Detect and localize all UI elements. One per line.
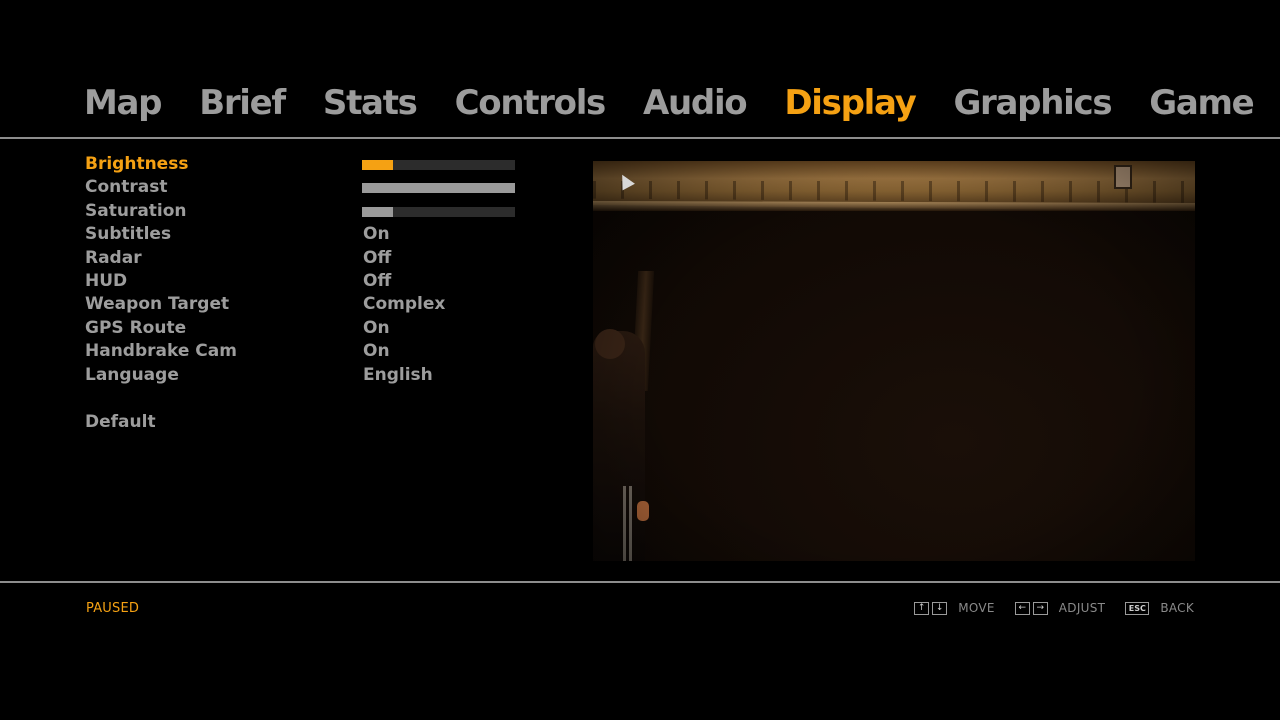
arrow-up-key-icon: ↑: [914, 601, 930, 615]
setting-label: Contrast: [85, 177, 168, 198]
preview-vignette: [593, 161, 1195, 561]
setting-contrast[interactable]: Contrast: [85, 176, 525, 199]
bottom-divider: [0, 581, 1280, 583]
tab-graphics[interactable]: Graphics: [953, 80, 1112, 126]
tab-game[interactable]: Game: [1149, 80, 1254, 126]
setting-radar[interactable]: Radar Off: [85, 247, 525, 270]
tab-display[interactable]: Display: [784, 80, 916, 126]
tab-controls[interactable]: Controls: [455, 80, 607, 126]
arrow-right-key-icon: →: [1032, 601, 1048, 615]
hint-move: ↑ ↓ MOVE: [914, 601, 995, 615]
setting-label: Brightness: [85, 154, 189, 174]
contrast-slider[interactable]: [362, 183, 515, 194]
tab-stats[interactable]: Stats: [323, 80, 418, 126]
hint-adjust: ← → ADJUST: [1014, 601, 1106, 615]
saturation-slider[interactable]: [362, 206, 515, 217]
setting-value[interactable]: On: [363, 223, 390, 246]
display-preview-image: [593, 161, 1195, 561]
saturation-slider-fill: [362, 206, 393, 217]
menu-tabs: Map Brief Stats Controls Audio Display G…: [84, 80, 1255, 126]
setting-subtitles[interactable]: Subtitles On: [85, 223, 525, 246]
setting-value[interactable]: Off: [363, 270, 391, 293]
top-divider: [0, 137, 1280, 139]
setting-handbrake-cam[interactable]: Handbrake Cam On: [85, 340, 525, 363]
setting-gps-route[interactable]: GPS Route On: [85, 317, 525, 340]
paused-status: PAUSED: [86, 601, 140, 616]
setting-label: Weapon Target: [85, 294, 230, 315]
setting-brightness[interactable]: Brightness: [85, 153, 525, 176]
setting-value[interactable]: English: [363, 364, 433, 387]
esc-key-icon: ESC: [1125, 601, 1150, 615]
setting-value[interactable]: Complex: [363, 293, 445, 316]
setting-label: Handbrake Cam: [85, 341, 237, 362]
setting-saturation[interactable]: Saturation: [85, 200, 525, 223]
setting-value[interactable]: On: [363, 340, 390, 363]
arrow-down-key-icon: ↓: [932, 601, 948, 615]
setting-language[interactable]: Language English: [85, 364, 525, 387]
contrast-slider-fill: [362, 183, 515, 194]
setting-hud[interactable]: HUD Off: [85, 270, 525, 293]
hint-back[interactable]: ESC BACK: [1125, 601, 1194, 615]
hint-label: BACK: [1160, 601, 1194, 615]
setting-weapon-target[interactable]: Weapon Target Complex: [85, 293, 525, 316]
arrow-left-key-icon: ←: [1014, 601, 1030, 615]
hint-label: MOVE: [958, 601, 995, 615]
setting-label: Saturation: [85, 200, 187, 221]
display-settings-list: Brightness Contrast Saturation Subtitles…: [85, 153, 525, 387]
brightness-slider-fill: [362, 160, 393, 170]
control-hints: ↑ ↓ MOVE ← → ADJUST ESC BACK: [914, 601, 1194, 615]
brightness-slider[interactable]: [362, 160, 515, 170]
setting-label: GPS Route: [85, 317, 187, 338]
setting-value[interactable]: On: [363, 317, 390, 340]
tab-audio[interactable]: Audio: [643, 80, 748, 126]
setting-label: Radar: [85, 247, 142, 268]
tab-map[interactable]: Map: [84, 80, 163, 126]
setting-label: Language: [85, 364, 179, 385]
setting-label: HUD: [85, 270, 128, 291]
setting-label: Subtitles: [85, 224, 172, 245]
setting-value[interactable]: Off: [363, 247, 391, 270]
hint-label: ADJUST: [1058, 601, 1106, 615]
tab-brief[interactable]: Brief: [199, 80, 286, 126]
default-button[interactable]: Default: [85, 411, 156, 434]
